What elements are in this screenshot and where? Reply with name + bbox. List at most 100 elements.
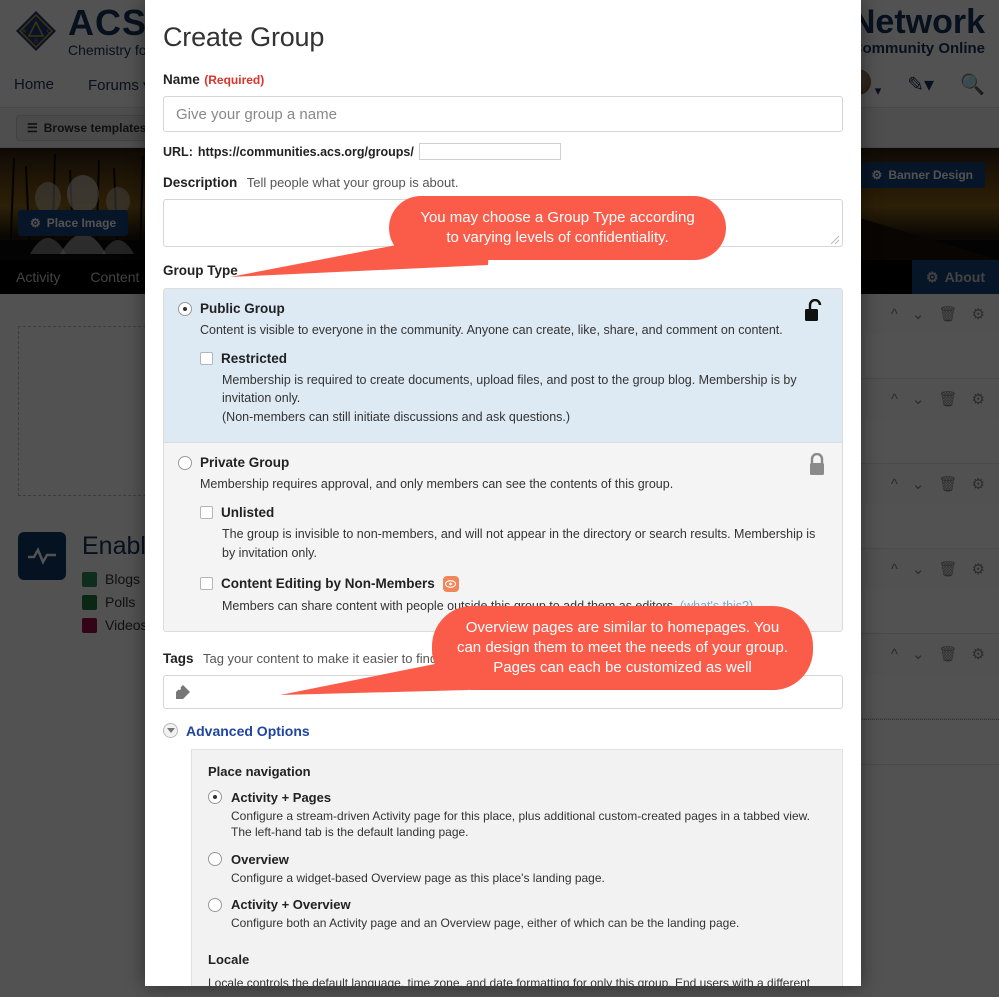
group-name-input[interactable]: Give your group a name — [163, 96, 843, 132]
svg-text:A: A — [22, 29, 26, 35]
tags-label: Tags — [163, 651, 194, 666]
nav-item-home[interactable]: Home — [14, 76, 54, 93]
trash-icon[interactable]: 🗑 — [939, 475, 958, 493]
pulse-icon — [18, 532, 66, 580]
tab-content[interactable]: Content — [90, 269, 139, 285]
gear-icon[interactable]: ⚙ — [972, 305, 985, 323]
public-group-radio[interactable] — [178, 302, 192, 316]
tab-activity[interactable]: Activity — [16, 269, 60, 285]
activity-pages-desc: Configure a stream-driven Activity page … — [231, 808, 826, 841]
chevron-up-icon[interactable]: ^ — [891, 476, 898, 493]
chevron-down-circle-icon[interactable] — [163, 723, 178, 738]
chevron-down-icon[interactable]: ⌄ — [912, 645, 925, 663]
advanced-options-label: Advanced Options — [186, 723, 310, 739]
callout-overview-pages: Overview pages are similar to homepages.… — [432, 606, 813, 690]
description-hint: Tell people what your group is about. — [247, 175, 459, 190]
chevron-up-icon[interactable]: ^ — [891, 646, 898, 663]
svg-text:S: S — [34, 39, 38, 45]
layers-icon: ☰ — [27, 121, 38, 135]
blogs-icon — [82, 572, 97, 587]
unlisted-option[interactable]: Unlisted The group is invisible to non-m… — [200, 505, 828, 561]
url-prefix: https://communities.acs.org/groups/ — [198, 145, 414, 159]
public-group-description: Content is visible to everyone in the co… — [200, 323, 828, 337]
trash-icon[interactable]: 🗑 — [939, 560, 958, 578]
unlock-icon — [804, 299, 826, 323]
name-label: Name — [163, 72, 200, 87]
create-group-dialog: Create Group Name (Required) Give your g… — [145, 0, 861, 986]
gear-icon[interactable]: ⚙ — [972, 560, 985, 578]
chevron-up-icon[interactable]: ^ — [891, 391, 898, 408]
chevron-down-icon[interactable]: ⌄ — [912, 475, 925, 493]
locale-description: Locale controls the default language, ti… — [208, 975, 826, 986]
description-label: Description — [163, 175, 237, 190]
videos-icon — [82, 618, 97, 633]
browse-templates-button[interactable]: ☰ Browse templates — [16, 115, 157, 141]
callout-2-line1: Overview pages are similar to homepages.… — [454, 618, 791, 638]
chevron-down-icon[interactable]: ⌄ — [912, 560, 925, 578]
callout-2-line2: can design them to meet the needs of you… — [454, 638, 791, 658]
gear-icon: ⚙ — [30, 216, 41, 230]
svg-text:C: C — [47, 29, 52, 35]
browse-templates-label: Browse templates — [44, 121, 147, 135]
polls-icon — [82, 595, 97, 610]
unlisted-title: Unlisted — [221, 505, 274, 520]
private-radio-row[interactable]: Private Group — [178, 455, 828, 470]
acs-diamond-icon: A C S — [14, 9, 58, 53]
gear-icon[interactable]: ⚙ — [972, 475, 985, 493]
nav-item-forums[interactable]: Forums ▾ — [88, 76, 151, 94]
activity-overview-radio[interactable] — [208, 898, 222, 912]
callout-1-line2: to varying levels of confidentiality. — [411, 228, 704, 248]
trash-icon[interactable]: 🗑 — [939, 305, 958, 323]
overview-label: Overview — [231, 852, 289, 867]
private-group-title: Private Group — [200, 455, 289, 470]
eye-icon — [443, 576, 459, 592]
chevron-down-icon[interactable]: ⌄ — [912, 305, 925, 323]
group-type-options: Public Group Content is visible to every… — [163, 288, 843, 632]
group-type-label: Group Type — [163, 263, 843, 278]
advanced-options-panel: Place navigation Activity + Pages Config… — [191, 749, 843, 986]
restricted-checkbox[interactable] — [200, 352, 213, 365]
callout-2-line3: Pages can each be customized as well — [454, 658, 791, 678]
dialog-title: Create Group — [163, 22, 843, 53]
gear-icon: ⚙ — [872, 168, 883, 182]
public-group-title: Public Group — [200, 301, 285, 316]
unlisted-checkbox[interactable] — [200, 506, 213, 519]
nav-option-activity-overview[interactable]: Activity + Overview Configure both an Ac… — [208, 897, 826, 932]
resize-grip-icon[interactable] — [830, 235, 840, 245]
group-type-public[interactable]: Public Group Content is visible to every… — [164, 289, 842, 442]
url-slug-input[interactable] — [419, 143, 561, 160]
name-required-tag: (Required) — [204, 73, 264, 87]
overview-radio[interactable] — [208, 852, 222, 866]
pencil-icon[interactable]: ✎▾ — [907, 72, 934, 97]
gear-icon[interactable]: ⚙ — [972, 645, 985, 663]
activity-pages-radio[interactable] — [208, 790, 222, 804]
gear-icon[interactable]: ⚙ — [972, 390, 985, 408]
advanced-options-toggle[interactable]: Advanced Options — [163, 723, 843, 739]
lock-icon — [808, 453, 826, 477]
about-label: About — [945, 269, 985, 285]
overview-desc: Configure a widget-based Overview page a… — [231, 870, 826, 887]
trash-icon[interactable]: 🗑 — [939, 390, 958, 408]
chevron-up-icon[interactable]: ^ — [891, 306, 898, 323]
banner-design-button[interactable]: ⚙ Banner Design — [860, 162, 985, 188]
group-type-private[interactable]: Private Group Membership requires approv… — [164, 442, 842, 630]
place-image-button[interactable]: ⚙ Place Image — [18, 210, 128, 236]
group-name-placeholder: Give your group a name — [176, 106, 337, 123]
callout-group-type: You may choose a Group Type according to… — [389, 196, 726, 260]
nav-option-overview[interactable]: Overview Configure a widget-based Overvi… — [208, 852, 826, 887]
restricted-option[interactable]: Restricted Membership is required to cre… — [200, 351, 828, 426]
content-editing-title: Content Editing by Non-Members — [221, 576, 435, 591]
banner-design-label: Banner Design — [888, 168, 973, 182]
private-group-radio[interactable] — [178, 456, 192, 470]
gear-icon: ⚙ — [926, 269, 939, 286]
nav-option-activity-pages[interactable]: Activity + Pages Configure a stream-driv… — [208, 790, 826, 841]
trash-icon[interactable]: 🗑 — [939, 645, 958, 663]
chevron-down-icon[interactable]: ⌄ — [912, 390, 925, 408]
search-icon[interactable]: 🔍 — [960, 72, 985, 97]
chevron-up-icon[interactable]: ^ — [891, 561, 898, 578]
feature-label: Blogs — [105, 571, 140, 587]
public-radio-row[interactable]: Public Group — [178, 301, 828, 316]
about-button[interactable]: ⚙ About — [912, 260, 999, 294]
url-field-group: URL: https://communities.acs.org/groups/ — [163, 143, 843, 160]
content-editing-checkbox[interactable] — [200, 577, 213, 590]
